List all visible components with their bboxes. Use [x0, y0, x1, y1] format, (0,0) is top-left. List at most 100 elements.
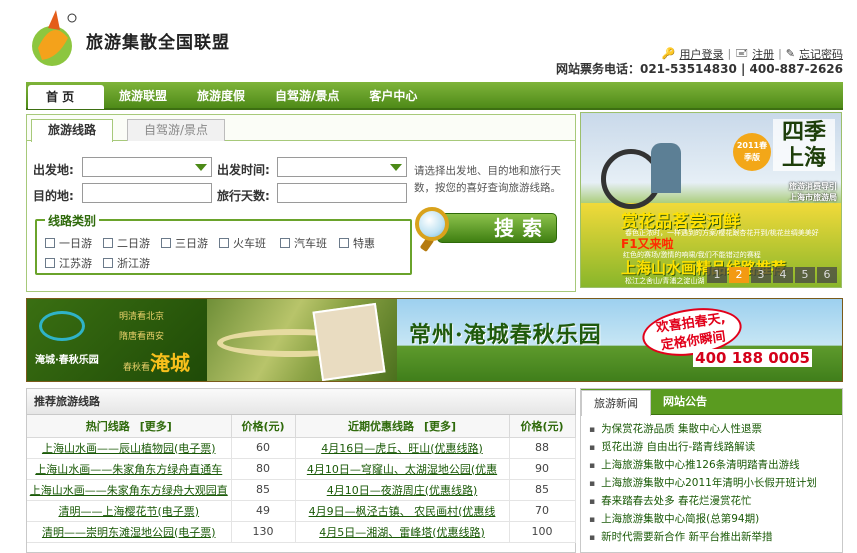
promo-slideshow[interactable]: 2011春季版 四季上海 旅游消费导引 上海市旅游局 赏花品茗尝河鲜 春色正浓时，… [580, 112, 842, 288]
checkbox-bus[interactable]: 汽车班 [280, 235, 327, 251]
list-item: 新时代需要新合作 新平台推出新举措 [589, 529, 842, 547]
page-button-6[interactable]: 6 [817, 267, 837, 283]
checkbox-train[interactable]: 火车班 [219, 235, 266, 251]
hot-route-link[interactable]: 上海山水画——辰山植物园(电子票) [42, 442, 216, 455]
checkbox[interactable] [161, 238, 171, 248]
checkbox-special-offer[interactable]: 特惠 [339, 235, 375, 251]
table-row: 清明——上海樱花节(电子票) 49 4月9日—枫泾古镇、 农民画村(优惠线 70 [27, 500, 576, 522]
hot-route-price: 60 [231, 437, 296, 459]
banner-phone: 400 188 0005 [693, 349, 812, 367]
list-item: 春来踏春去处多 春花烂漫赏花忙 [589, 493, 842, 511]
recent-route-price: 85 [509, 479, 576, 501]
tab-travel-news[interactable]: 旅游新闻 [581, 390, 651, 416]
hot-route-price: 130 [231, 521, 296, 543]
checkbox[interactable] [103, 258, 113, 268]
nav-holiday[interactable]: 旅游度假 [182, 87, 260, 104]
recent-more-link[interactable]: [更多] [424, 420, 456, 433]
checkbox-three-day[interactable]: 三日游 [161, 235, 208, 251]
table-row: 上海山水画——朱家角东方绿舟大观园直 85 4月10日—夜游周庄(优惠线路) 8… [27, 479, 576, 501]
hot-route-link[interactable]: 清明——上海樱花节(电子票) [58, 505, 199, 518]
tab-site-notice[interactable]: 网站公告 [651, 389, 719, 415]
depart-time-select[interactable] [277, 157, 407, 177]
hot-route-price: 80 [231, 458, 296, 480]
table-row: 清明——崇明东滩湿地公园(电子票) 130 4月5日—湘湖、雷峰塔(优惠线路) … [27, 521, 576, 543]
news-link[interactable]: 新时代需要新合作 新平台推出新举措 [601, 531, 772, 543]
depart-time-label: 出发时间: [217, 163, 270, 177]
depart-select[interactable] [82, 157, 212, 177]
recommended-routes: 推荐旅游线路 热门线路 [更多] 价格(元) 近期优惠线路 [更多] 价格(元) 上… [26, 388, 576, 553]
news-tabs: 旅游新闻 网站公告 [581, 389, 842, 416]
promo-subline-3: 松江之舍山/青浦之淀山湖 [625, 277, 705, 285]
nav-customer-center[interactable]: 客户中心 [354, 87, 432, 104]
pencil-icon: ✎ [785, 47, 795, 60]
checkbox[interactable] [45, 238, 55, 248]
recent-route-link[interactable]: 4月16日—虎丘、旺山(优惠线路) [321, 442, 483, 455]
travel-days-input[interactable] [277, 183, 407, 203]
hot-more-link[interactable]: [更多] [140, 420, 172, 433]
banner-poem-big: 春秋看淹城 [123, 351, 191, 375]
page-button-2[interactable]: 2 [729, 267, 749, 283]
search-tabs: 旅游线路 自驾游/景点 [27, 115, 575, 142]
tab-travel-routes[interactable]: 旅游线路 [31, 119, 114, 142]
checkbox[interactable] [45, 258, 55, 268]
checkbox-jiangsu[interactable]: 江苏游 [45, 255, 92, 271]
checkbox-one-day[interactable]: 一日游 [45, 235, 92, 251]
depart-label: 出发地: [33, 163, 74, 177]
page-button-1[interactable]: 1 [707, 267, 727, 283]
hot-route-link[interactable]: 上海山水画——朱家角东方绿舟直通车 [35, 463, 222, 476]
list-item: 上海旅游集散中心简报(总第94期) [589, 511, 842, 529]
news-link[interactable]: 上海旅游集散中心2011年清明小长假开班计划 [601, 477, 817, 489]
chevron-down-icon [390, 164, 402, 171]
news-link[interactable]: 春来踏春去处多 春花烂漫赏花忙 [601, 495, 751, 507]
checkbox[interactable] [339, 238, 349, 248]
recent-route-link[interactable]: 4月10日—穹窿山、太湖湿地公园(优惠 [307, 463, 497, 476]
recent-route-link[interactable]: 4月5日—湘湖、雷峰塔(优惠线路) [319, 526, 485, 539]
checkbox-two-day[interactable]: 二日游 [103, 235, 150, 251]
list-item: 为保赏花游品质 集散中心人性退票 [589, 421, 842, 439]
news-link[interactable]: 为保赏花游品质 集散中心人性退票 [601, 423, 762, 435]
news-link[interactable]: 觅花出游 自由出行-踏青线路解读 [601, 441, 755, 453]
checkbox[interactable] [103, 238, 113, 248]
page-button-3[interactable]: 3 [751, 267, 771, 283]
banner-poem: 明清看北京 隋唐看西安 [119, 312, 165, 342]
hot-route-price: 49 [231, 500, 296, 522]
separator: | [727, 47, 732, 60]
news-panel: 旅游新闻 网站公告 为保赏花游品质 集散中心人性退票 觅花出游 自由出行-踏青线… [580, 388, 843, 553]
park-emblem-icon [39, 311, 85, 341]
logo-icon [32, 10, 77, 66]
nav-home[interactable]: 首 页 [28, 85, 104, 109]
price-header: 价格(元) [509, 415, 576, 438]
checkbox[interactable] [219, 238, 229, 248]
route-category-title: 线路类别 [45, 212, 100, 229]
destination-input[interactable] [82, 183, 212, 203]
search-button[interactable]: 搜索 [415, 207, 558, 253]
search-button-label: 搜索 [437, 213, 557, 243]
page-button-4[interactable]: 4 [773, 267, 793, 283]
hot-route-link[interactable]: 上海山水画——朱家角东方绿舟大观园直 [30, 484, 228, 497]
destination-label: 目的地: [33, 189, 74, 203]
site-logo[interactable]: 旅游集散全国联盟 [28, 8, 268, 72]
nav-travel-alliance[interactable]: 旅游联盟 [104, 87, 182, 104]
news-list: 为保赏花游品质 集散中心人性退票 觅花出游 自由出行-踏青线路解读 上海旅游集散… [581, 415, 842, 547]
news-link[interactable]: 上海旅游集散中心简报(总第94期) [601, 513, 759, 525]
promo-guide: 旅游消费导引 上海市旅游局 [789, 182, 837, 202]
checkbox-zhejiang[interactable]: 浙江游 [103, 255, 150, 271]
table-row: 上海山水画——朱家角东方绿舟直通车 80 4月10日—穹窿山、太湖湿地公园(优惠… [27, 458, 576, 480]
hot-routes-header: 热门线路 [更多] [27, 415, 232, 438]
recent-route-link[interactable]: 4月9日—枫泾古镇、 农民画村(优惠线 [309, 505, 496, 518]
recent-route-link[interactable]: 4月10日—夜游周庄(优惠线路) [327, 484, 478, 497]
page-button-5[interactable]: 5 [795, 267, 815, 283]
tab-self-drive[interactable]: 自驾游/景点 [127, 119, 226, 141]
news-link[interactable]: 上海旅游集散中心推126条清明踏青出游线 [601, 459, 800, 471]
checkbox[interactable] [280, 238, 290, 248]
separator: | [778, 47, 782, 60]
yancheng-banner[interactable]: 淹城·春秋乐园 明清看北京 隋唐看西安 春秋看淹城 常州·淹城春秋乐园 欢喜拍春… [26, 298, 843, 382]
list-item: 上海旅游集散中心2011年清明小长假开班计划 [589, 475, 842, 493]
recent-route-price: 90 [509, 458, 576, 480]
nav-self-drive[interactable]: 自驾游/景点 [260, 87, 354, 104]
recent-route-price: 70 [509, 500, 576, 522]
chevron-down-icon [195, 164, 207, 171]
hot-route-link[interactable]: 清明——崇明东滩湿地公园(电子票) [42, 526, 216, 539]
list-item: 觅花出游 自由出行-踏青线路解读 [589, 439, 842, 457]
hot-route-price: 85 [231, 479, 296, 501]
